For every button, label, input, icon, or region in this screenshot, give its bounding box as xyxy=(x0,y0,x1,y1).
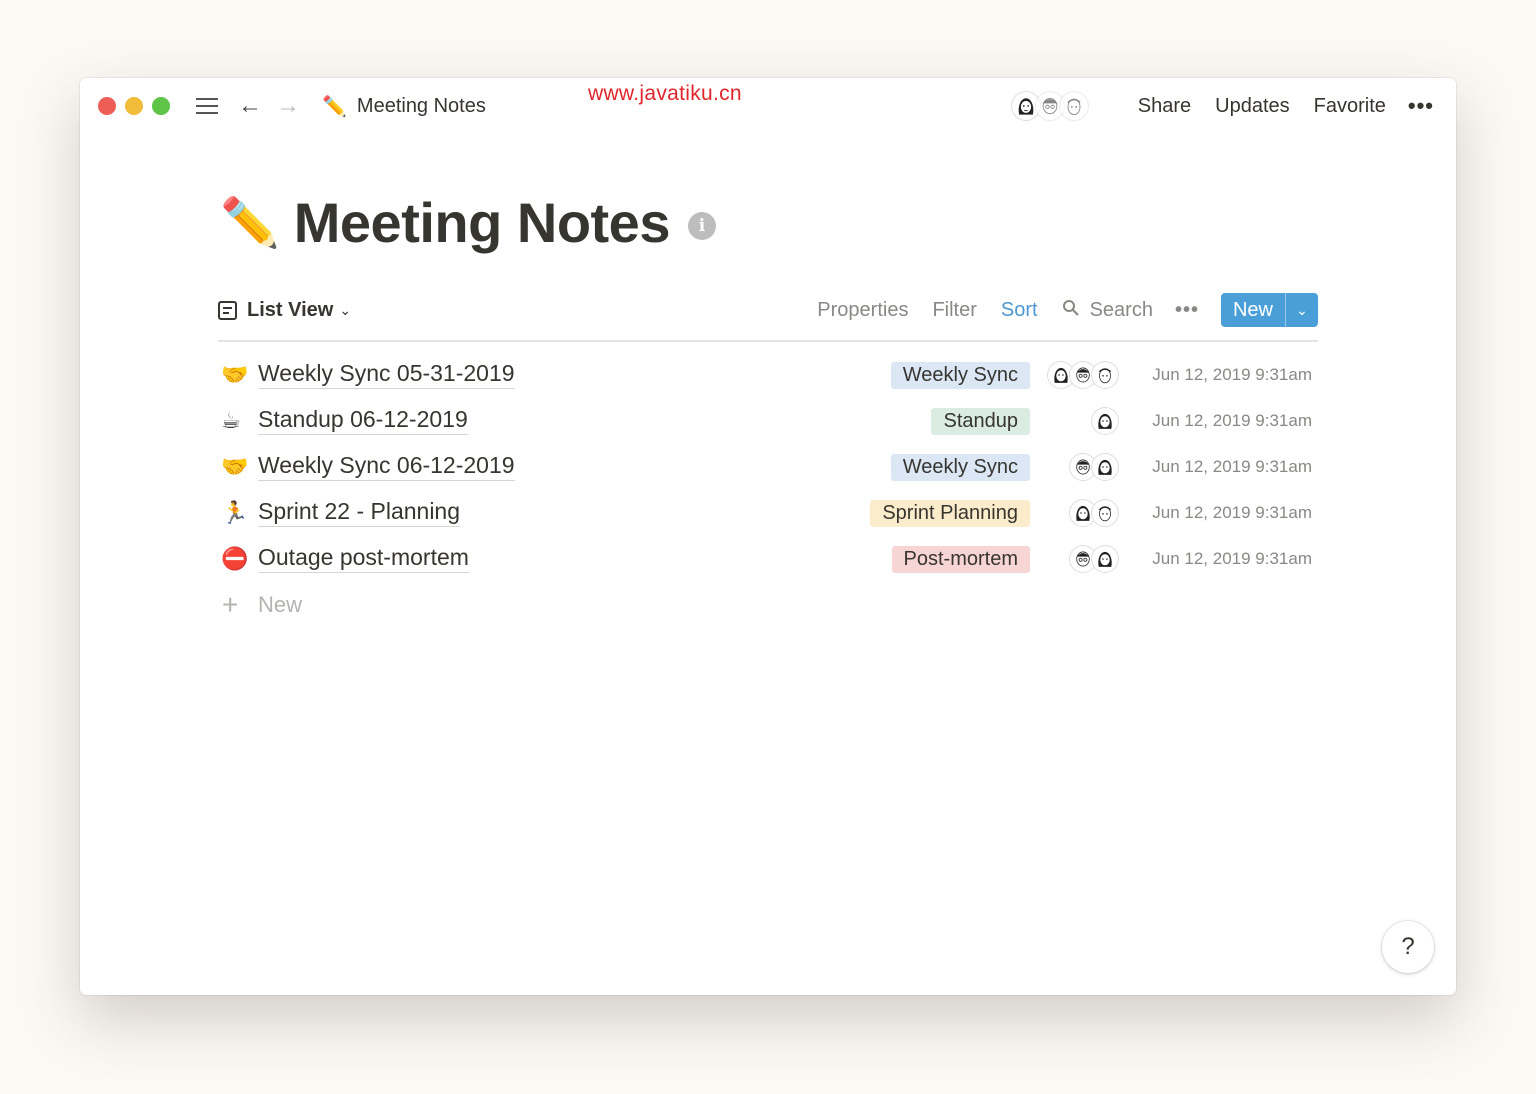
list-view-icon xyxy=(218,300,237,320)
item-properties: Weekly Sync Jun 12, 2019 9:31am xyxy=(890,352,1318,398)
attendees[interactable] xyxy=(1048,500,1118,526)
new-button[interactable]: New xyxy=(1221,293,1285,327)
forward-arrow-icon[interactable]: → xyxy=(276,92,300,120)
add-new-row[interactable]: + New xyxy=(218,582,1318,628)
view-name: List View xyxy=(247,298,334,321)
list-item[interactable]: ☕ Standup 06-12-2019 Standup Jun 12, 201… xyxy=(218,398,1318,444)
created-date: Jun 12, 2019 9:31am xyxy=(1152,365,1312,384)
item-properties: Weekly Sync Jun 12, 2019 9:31am xyxy=(890,444,1318,490)
item-properties: Standup Jun 12, 2019 9:31am xyxy=(931,398,1318,444)
search-button[interactable]: Search xyxy=(1062,299,1153,322)
share-button[interactable]: Share xyxy=(1138,95,1191,118)
attendees[interactable] xyxy=(1048,546,1118,572)
filter-button[interactable]: Filter xyxy=(932,299,976,322)
breadcrumb[interactable]: ✏️ Meeting Notes xyxy=(322,94,486,119)
attendees[interactable] xyxy=(1048,408,1118,434)
page-header: ✏️ Meeting Notes i xyxy=(220,190,716,255)
item-title[interactable]: Weekly Sync 05-31-2019 xyxy=(258,360,515,390)
runner-icon: 🏃 xyxy=(221,500,249,525)
item-title[interactable]: Standup 06-12-2019 xyxy=(258,406,468,436)
created-date: Jun 12, 2019 9:31am xyxy=(1152,549,1312,568)
coffee-icon: ☕ xyxy=(221,408,241,433)
type-tag[interactable]: Post-mortem xyxy=(891,545,1030,573)
pencil-icon: ✏️ xyxy=(322,95,347,118)
list-item[interactable]: 🏃 Sprint 22 - Planning Sprint Planning J… xyxy=(218,490,1318,536)
app-window: ← → ✏️ Meeting Notes www.javatiku.cn Sha… xyxy=(80,78,1456,995)
view-actions: Properties Filter Sort Search ••• New ⌄ xyxy=(793,293,1318,327)
search-icon xyxy=(1062,299,1080,322)
info-icon[interactable]: i xyxy=(687,211,716,240)
new-button-group: New ⌄ xyxy=(1220,293,1318,327)
breadcrumb-page-name: Meeting Notes xyxy=(356,94,486,117)
avatar xyxy=(1092,546,1118,572)
list-item[interactable]: 🤝 Weekly Sync 05-31-2019 Weekly Sync Jun… xyxy=(218,352,1318,398)
chevron-down-icon: ⌄ xyxy=(339,301,352,318)
title-bar: ← → ✏️ Meeting Notes www.javatiku.cn Sha… xyxy=(80,78,1456,134)
type-tag[interactable]: Standup xyxy=(931,407,1030,435)
item-title[interactable]: Weekly Sync 06-12-2019 xyxy=(258,452,515,482)
attendees[interactable] xyxy=(1048,454,1118,480)
more-options-icon[interactable]: ••• xyxy=(1408,93,1434,119)
close-window-button[interactable] xyxy=(98,97,116,115)
search-label: Search xyxy=(1089,298,1153,321)
avatar xyxy=(1092,454,1118,480)
view-toolbar: List View ⌄ Properties Filter Sort Searc… xyxy=(218,290,1318,330)
created-date: Jun 12, 2019 9:31am xyxy=(1152,503,1312,522)
help-button[interactable]: ? xyxy=(1382,921,1434,973)
type-tag[interactable]: Weekly Sync xyxy=(890,453,1030,481)
sidebar-toggle-icon[interactable] xyxy=(196,98,218,114)
avatar xyxy=(1059,92,1088,120)
back-arrow-icon[interactable]: ← xyxy=(238,92,262,120)
page-icon[interactable]: ✏️ xyxy=(220,194,280,251)
favorite-button[interactable]: Favorite xyxy=(1314,95,1386,118)
created-date: Jun 12, 2019 9:31am xyxy=(1152,457,1312,476)
item-title[interactable]: Outage post-mortem xyxy=(258,544,469,574)
properties-button[interactable]: Properties xyxy=(817,299,908,322)
created-date: Jun 12, 2019 9:31am xyxy=(1152,411,1312,430)
meeting-list: 🤝 Weekly Sync 05-31-2019 Weekly Sync Jun… xyxy=(218,352,1318,628)
minimize-window-button[interactable] xyxy=(125,97,143,115)
window-controls xyxy=(98,97,170,115)
page-title[interactable]: Meeting Notes xyxy=(294,190,671,255)
avatar xyxy=(1092,362,1118,388)
item-title[interactable]: Sprint 22 - Planning xyxy=(258,498,461,528)
toolbar-divider xyxy=(218,340,1318,342)
list-item[interactable]: ⛔ Outage post-mortem Post-mortem Jun 12,… xyxy=(218,536,1318,582)
handshake-icon: 🤝 xyxy=(221,362,249,387)
handshake-icon: 🤝 xyxy=(221,454,249,479)
item-properties: Sprint Planning Jun 12, 2019 9:31am xyxy=(870,490,1318,536)
updates-button[interactable]: Updates xyxy=(1215,95,1290,118)
titlebar-actions: Share Updates Favorite ••• xyxy=(1011,92,1434,120)
type-tag[interactable]: Sprint Planning xyxy=(870,499,1030,527)
avatar xyxy=(1092,408,1118,434)
add-new-label: New xyxy=(258,592,303,617)
item-properties: Post-mortem Jun 12, 2019 9:31am xyxy=(891,536,1318,582)
zoom-window-button[interactable] xyxy=(152,97,170,115)
view-switcher[interactable]: List View ⌄ xyxy=(218,299,351,322)
watermark: www.javatiku.cn xyxy=(588,82,742,105)
list-item[interactable]: 🤝 Weekly Sync 06-12-2019 Weekly Sync Jun… xyxy=(218,444,1318,490)
new-template-dropdown-icon[interactable]: ⌄ xyxy=(1285,293,1318,327)
plus-icon: + xyxy=(222,589,239,620)
sort-button[interactable]: Sort xyxy=(1001,299,1038,322)
attendees[interactable] xyxy=(1048,362,1118,388)
type-tag[interactable]: Weekly Sync xyxy=(890,361,1030,389)
view-more-icon[interactable]: ••• xyxy=(1175,299,1199,322)
avatar xyxy=(1092,500,1118,526)
no-entry-icon: ⛔ xyxy=(221,546,249,571)
collaborator-avatars[interactable] xyxy=(1011,92,1088,120)
